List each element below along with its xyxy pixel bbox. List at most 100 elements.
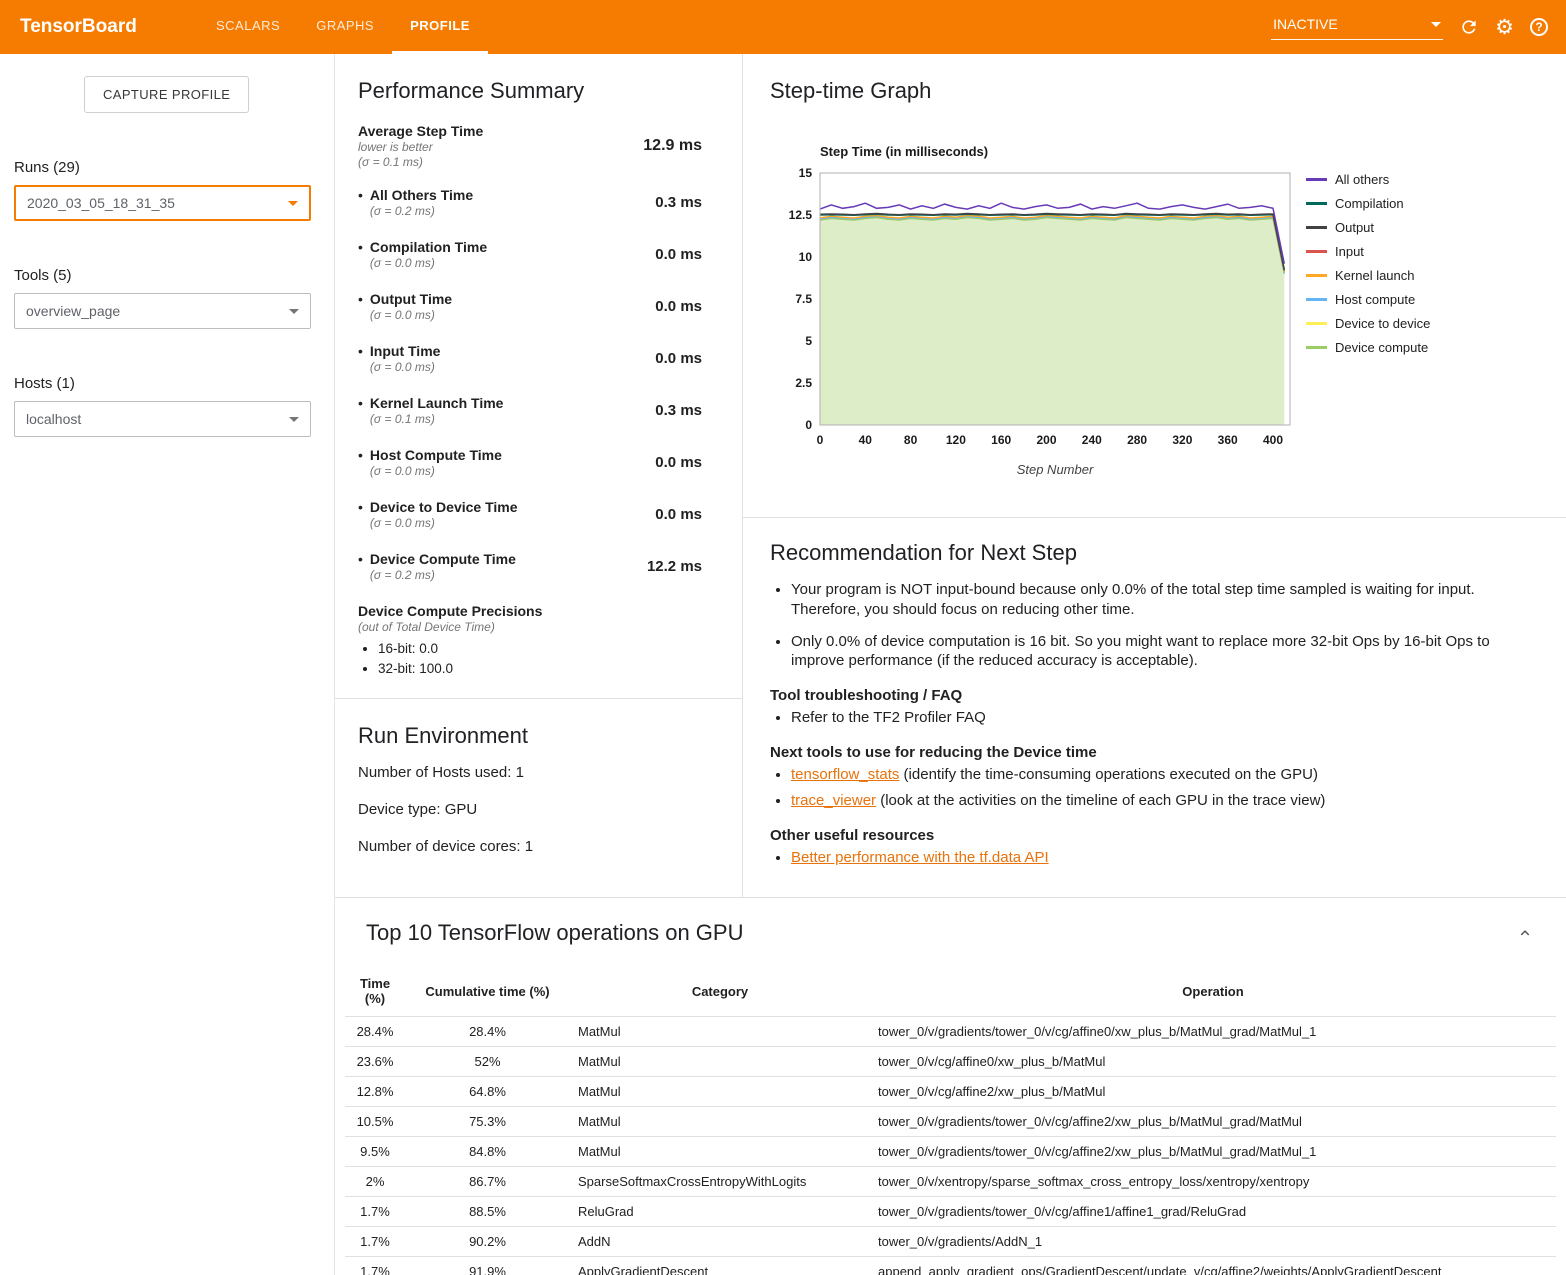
cumulative-cell: 84.8% [405, 1137, 570, 1167]
legend-item: Device compute [1306, 340, 1430, 355]
capture-profile-button[interactable]: CAPTURE PROFILE [84, 76, 249, 113]
svg-text:80: 80 [904, 433, 918, 447]
bullet-icon: • [358, 342, 363, 360]
metric-label: Average Step Time [358, 122, 483, 140]
top-ops-title: Top 10 TensorFlow operations on GPU [366, 920, 743, 946]
operation-cell: tower_0/v/cg/affine0/xw_plus_b/MatMul [870, 1047, 1556, 1077]
metric-value: 0.3 ms [655, 402, 702, 419]
precisions-title: Device Compute Precisions [358, 602, 702, 620]
metric-value: 0.0 ms [655, 246, 702, 263]
overview-top-row: Performance Summary Average Step Time lo… [335, 54, 1566, 898]
legend-label: Kernel launch [1335, 268, 1415, 283]
legend-item: Device to device [1306, 316, 1430, 331]
metric-sigma: (σ = 0.0 ms) [370, 308, 452, 323]
run-env-line: Number of Hosts used: 1 [358, 764, 702, 781]
collapse-chevron-icon[interactable] [1516, 924, 1534, 942]
legend-label: Input [1335, 244, 1364, 259]
tab-scalars[interactable]: SCALARS [198, 0, 298, 54]
tools-dropdown[interactable]: overview_page [14, 293, 311, 329]
time-cell: 10.5% [345, 1107, 405, 1137]
hosts-dropdown[interactable]: localhost [14, 401, 311, 437]
svg-text:0: 0 [817, 433, 824, 447]
table-row: 1.7%90.2%AddNtower_0/v/gradients/AddN_1 [345, 1227, 1556, 1257]
legend-swatch [1306, 250, 1327, 253]
settings-gear-icon[interactable]: ⚙ [1495, 17, 1514, 38]
help-icon[interactable]: ? [1530, 18, 1548, 36]
metric-sigma: (σ = 0.0 ms) [370, 516, 518, 531]
refresh-icon[interactable] [1459, 17, 1479, 37]
category-cell: ApplyGradientDescent [570, 1257, 870, 1275]
chevron-down-icon [289, 417, 299, 422]
bullet-icon: • [358, 550, 363, 568]
chart-x-axis-label: Step Number [820, 462, 1290, 477]
main-panel: Performance Summary Average Step Time lo… [335, 54, 1566, 1275]
faq-item: Refer to the TF2 Profiler FAQ [791, 708, 1526, 728]
run-environment-title: Run Environment [358, 723, 702, 749]
category-cell: MatMul [570, 1107, 870, 1137]
runs-dropdown[interactable]: 2020_03_05_18_31_35 [14, 185, 311, 221]
metric-sigma: (σ = 0.1 ms) [358, 155, 483, 170]
metric-label: Device to Device Time [370, 498, 518, 516]
step-time-graph-title: Step-time Graph [770, 78, 1566, 104]
sidebar: CAPTURE PROFILE Runs (29) 2020_03_05_18_… [0, 54, 335, 1275]
time-cell: 1.7% [345, 1257, 405, 1275]
legend-item: All others [1306, 172, 1430, 187]
bullet-icon: • [358, 290, 363, 308]
chart-legend: All othersCompilationOutputInputKernel l… [1306, 144, 1430, 477]
metric-row: •Output Time(σ = 0.0 ms)0.0 ms [358, 290, 702, 323]
table-header-row: Time (%) Cumulative time (%) Category Op… [345, 970, 1556, 1017]
hosts-dropdown-value: localhost [26, 411, 81, 427]
svg-text:160: 160 [991, 433, 1011, 447]
metric-sigma: (σ = 0.1 ms) [370, 412, 504, 427]
tool-link-description: (look at the activities on the timeline … [876, 792, 1325, 809]
tab-profile[interactable]: PROFILE [392, 0, 488, 54]
legend-swatch [1306, 178, 1327, 181]
table-row: 1.7%88.5%ReluGradtower_0/v/gradients/tow… [345, 1197, 1556, 1227]
table-row: 1.7%91.9%ApplyGradientDescentappend_appl… [345, 1257, 1556, 1275]
legend-swatch [1306, 274, 1327, 277]
tfdata-api-link[interactable]: Better performance with the tf.data API [791, 849, 1049, 866]
operation-cell: tower_0/v/xentropy/sparse_softmax_cross_… [870, 1167, 1556, 1197]
tab-graphs[interactable]: GRAPHS [298, 0, 392, 54]
recommendation-section: Recommendation for Next Step Your progra… [743, 518, 1566, 897]
bullet-icon: • [358, 446, 363, 464]
category-cell: MatMul [570, 1077, 870, 1107]
svg-text:320: 320 [1172, 433, 1192, 447]
svg-text:40: 40 [859, 433, 873, 447]
bullet-icon: • [358, 186, 363, 204]
svg-text:2.5: 2.5 [795, 376, 812, 390]
legend-item: Output [1306, 220, 1430, 235]
chart-title: Step Time (in milliseconds) [820, 144, 1300, 159]
top-ops-section: Top 10 TensorFlow operations on GPU Time… [335, 898, 1566, 1275]
operation-cell: tower_0/v/gradients/tower_0/v/cg/affine0… [870, 1017, 1556, 1047]
metric-label: Host Compute Time [370, 446, 502, 464]
operation-cell: append_apply_gradient_ops/GradientDescen… [870, 1257, 1556, 1275]
bullet-icon: • [358, 498, 363, 516]
metric-sigma: (σ = 0.0 ms) [370, 256, 487, 271]
legend-item: Kernel launch [1306, 268, 1430, 283]
trace-viewer-link[interactable]: trace_viewer [791, 792, 876, 809]
tensorboard-app: TensorBoard SCALARS GRAPHS PROFILE INACT… [0, 0, 1566, 1275]
operation-cell: tower_0/v/cg/affine2/xw_plus_b/MatMul [870, 1077, 1556, 1107]
svg-text:200: 200 [1036, 433, 1056, 447]
metric-value: 0.0 ms [655, 350, 702, 367]
bullet-icon: • [358, 394, 363, 412]
legend-swatch [1306, 226, 1327, 229]
table-row: 9.5%84.8%MatMultower_0/v/gradients/tower… [345, 1137, 1556, 1167]
metric-value: 0.3 ms [655, 194, 702, 211]
svg-text:240: 240 [1082, 433, 1102, 447]
legend-swatch [1306, 322, 1327, 325]
precision-item: 32-bit: 100.0 [378, 661, 702, 676]
cumulative-cell: 75.3% [405, 1107, 570, 1137]
tensorflow-stats-link[interactable]: tensorflow_stats [791, 766, 899, 783]
metric-sigma: (σ = 0.0 ms) [370, 360, 441, 375]
recommendation-title: Recommendation for Next Step [770, 540, 1526, 566]
cumulative-cell: 91.9% [405, 1257, 570, 1275]
chevron-down-icon [289, 309, 299, 314]
faq-heading: Tool troubleshooting / FAQ [770, 687, 1526, 704]
metric-row: •Kernel Launch Time(σ = 0.1 ms)0.3 ms [358, 394, 702, 427]
metric-sigma: (σ = 0.2 ms) [370, 568, 516, 583]
capture-status-dropdown[interactable]: INACTIVE [1271, 14, 1443, 40]
runs-label: Runs (29) [14, 159, 334, 176]
cumulative-cell: 86.7% [405, 1167, 570, 1197]
